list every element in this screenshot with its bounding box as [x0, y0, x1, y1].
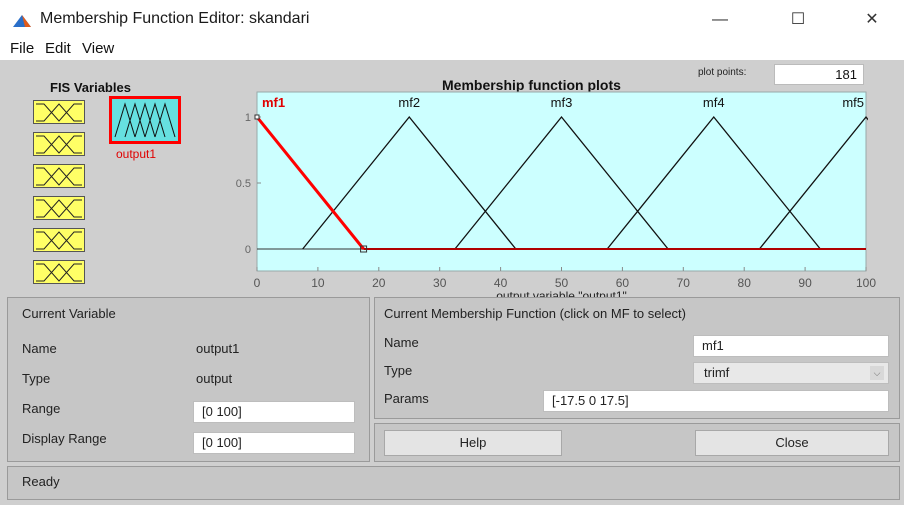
x-tick-label: 50: [555, 276, 569, 290]
x-tick-label: 10: [311, 276, 325, 290]
display-range-label: Display Range: [22, 431, 107, 446]
mf-handle: [254, 114, 260, 120]
mf-label-mf5: mf5: [842, 95, 864, 110]
current-variable-heading: Current Variable: [22, 306, 116, 321]
current-mf-heading: Current Membership Function (click on MF…: [384, 306, 686, 321]
range-input[interactable]: [0 100]: [193, 401, 355, 423]
plot-area: [256, 91, 867, 272]
variable-type-label: Type: [22, 371, 51, 386]
membership-function-plot[interactable]: 00.510 10 20 30 40 50 60 70 80 90 100output variab…: [0, 0, 904, 300]
mf-name-label: Name: [384, 335, 419, 350]
params-input[interactable]: [-17.5 0 17.5]: [543, 390, 889, 412]
params-label: Params: [384, 391, 429, 406]
mf-label-mf4: mf4: [703, 95, 725, 110]
variable-name-value: output1: [196, 341, 240, 356]
mf-label-mf3: mf3: [551, 95, 573, 110]
x-tick-label: 90: [798, 276, 812, 290]
variable-type-value: output: [196, 371, 233, 386]
x-tick-label: 60: [616, 276, 630, 290]
mf-type-select[interactable]: trimf ⌵: [693, 362, 889, 384]
display-range-input[interactable]: [0 100]: [193, 432, 355, 454]
status-text: Ready: [22, 474, 60, 489]
mf-name-input[interactable]: mf1: [693, 335, 889, 357]
chevron-down-icon[interactable]: ⌵: [870, 366, 884, 380]
status-bar: [7, 466, 900, 500]
x-tick-label: 20: [372, 276, 386, 290]
x-tick-label: 70: [677, 276, 691, 290]
mf-type-value: trimf: [704, 365, 730, 380]
close-button[interactable]: Close: [695, 430, 889, 456]
range-label: Range: [22, 401, 61, 416]
mf-type-label: Type: [384, 363, 413, 378]
x-tick-label: 80: [738, 276, 752, 290]
mf-label-mf1: mf1: [262, 95, 285, 110]
x-tick-label: 100: [856, 276, 876, 290]
mf-label-mf2: mf2: [398, 95, 420, 110]
y-tick-label: 1: [245, 112, 251, 124]
x-tick-label: 0: [254, 276, 261, 290]
help-button[interactable]: Help: [384, 430, 562, 456]
variable-name-label: Name: [22, 341, 57, 356]
x-tick-label: 40: [494, 276, 508, 290]
y-tick-label: 0: [245, 244, 251, 256]
x-tick-label: 30: [433, 276, 447, 290]
y-tick-label: 0.5: [236, 178, 251, 190]
